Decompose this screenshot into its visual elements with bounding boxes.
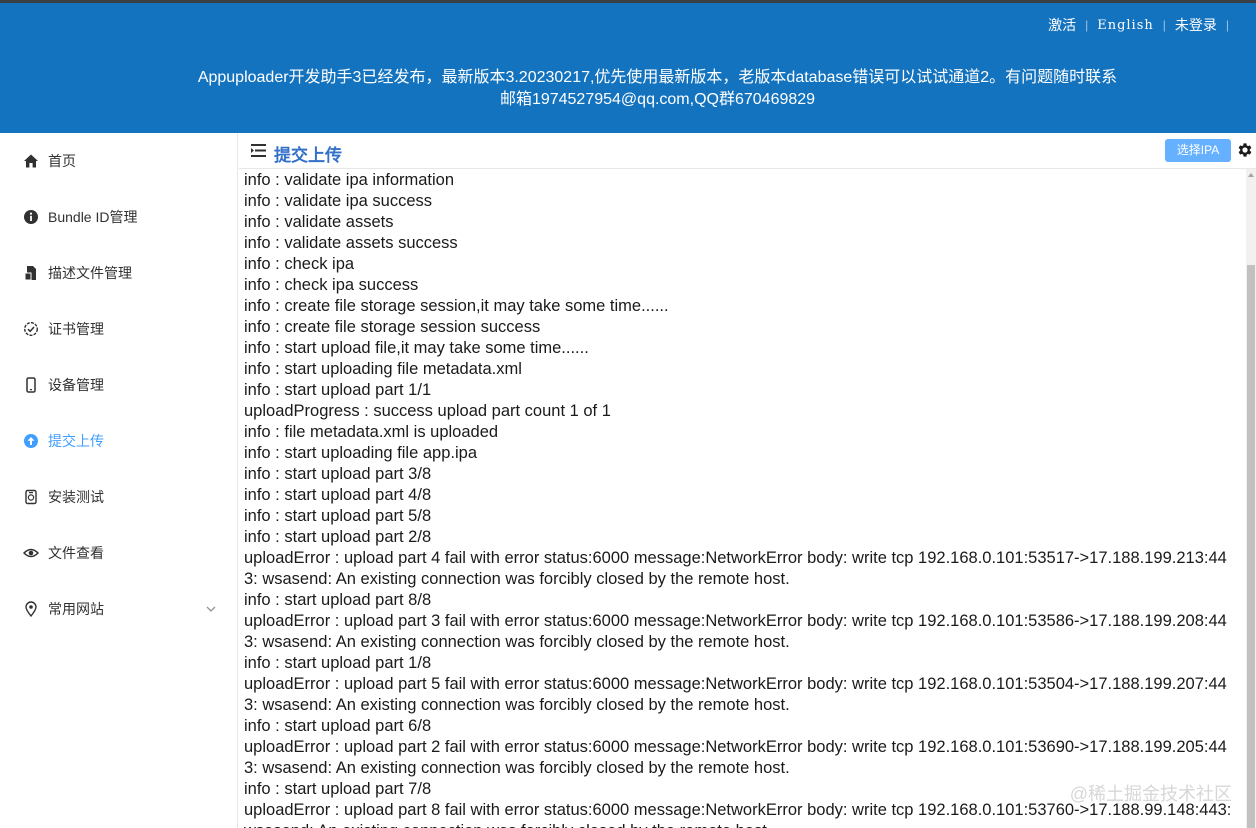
upload-log: info : validate ipa information info : va… <box>244 170 1234 828</box>
activate-link[interactable]: 激活 <box>1048 15 1076 35</box>
log-line: info : validate assets <box>244 213 394 231</box>
log-line: info : start upload part 4/8 <box>244 486 432 504</box>
log-line: uploadProgress : success upload part cou… <box>244 402 611 420</box>
log-line: info : create file storage session,it ma… <box>244 297 669 315</box>
log-line: uploadError : upload part 5 fail with er… <box>244 675 1227 714</box>
main-panel: 提交上传 选择IPA info : validate ipa informati… <box>239 133 1256 828</box>
log-line: uploadError : upload part 4 fail with er… <box>244 549 1227 588</box>
info-circle-icon <box>24 210 38 224</box>
top-header: 激活 | English | 未登录 | Appuploader开发助手3已经发… <box>0 0 1256 133</box>
language-link[interactable]: English <box>1097 18 1154 33</box>
top-nav: 激活 | English | 未登录 | <box>1048 15 1238 35</box>
log-line: info : create file storage session succe… <box>244 318 541 336</box>
sidebar-item-label: 文件查看 <box>48 545 104 561</box>
sidebar-item-certificates[interactable]: 证书管理 <box>0 301 238 357</box>
sidebar-item-install-test[interactable]: 安装测试 <box>0 469 238 525</box>
log-line: info : start upload part 1/8 <box>244 654 432 672</box>
location-icon <box>25 601 37 617</box>
log-line: info : check ipa success <box>244 276 419 294</box>
file-icon <box>24 266 36 281</box>
log-line: uploadError : upload part 3 fail with er… <box>244 612 1227 651</box>
sidebar-item-label: 设备管理 <box>48 377 104 393</box>
scroll-up-arrow-icon[interactable] <box>1248 173 1254 177</box>
announcement-contact: 邮箱1974527954@qq.com,QQ群670469829 <box>499 91 816 108</box>
log-line: info : start uploading file app.ipa <box>244 444 477 462</box>
certificate-check-icon <box>23 321 39 337</box>
home-icon <box>24 154 38 168</box>
log-line: info : validate ipa information <box>244 171 455 189</box>
chevron-down-icon[interactable] <box>206 604 216 614</box>
log-line: info : file metadata.xml is uploaded <box>244 423 499 441</box>
nav-separator: | <box>1225 18 1229 32</box>
sidebar-item-bundle-id[interactable]: Bundle ID管理 <box>0 189 238 245</box>
log-line: info : start uploading file metadata.xml <box>244 360 522 378</box>
eye-icon <box>23 548 39 558</box>
sidebar-item-upload[interactable]: 提交上传 <box>0 413 238 469</box>
log-line: info : start upload file,it may take som… <box>244 339 589 357</box>
sidebar-item-label: 首页 <box>48 153 76 169</box>
sidebar-item-label: Bundle ID管理 <box>48 209 138 225</box>
log-line: info : start upload part 1/1 <box>244 381 432 399</box>
scroll-thumb[interactable] <box>1247 265 1255 828</box>
log-line: info : start upload part 2/8 <box>244 528 432 546</box>
log-line: info : check ipa <box>244 255 355 273</box>
phone-icon <box>26 377 36 393</box>
log-line: info : validate ipa success <box>244 192 433 210</box>
sidebar-item-devices[interactable]: 设备管理 <box>0 357 238 413</box>
log-line: uploadError : upload part 2 fail with er… <box>244 738 1227 777</box>
log-line: info : start upload part 6/8 <box>244 717 432 735</box>
menu-fold-icon[interactable] <box>251 144 266 157</box>
nav-separator: | <box>1162 18 1166 32</box>
sidebar-item-home[interactable]: 首页 <box>0 133 238 189</box>
sidebar-item-label: 描述文件管理 <box>48 265 132 281</box>
sidebar-item-websites[interactable]: 常用网站 <box>0 581 238 637</box>
sidebar-item-label: 证书管理 <box>48 321 104 337</box>
install-icon <box>25 489 37 505</box>
log-line: info : start upload part 3/8 <box>244 465 432 483</box>
sidebar-item-label: 提交上传 <box>48 433 104 449</box>
announcement: Appuploader开发助手3已经发布，最新版本3.20230217,优先使用… <box>0 67 1256 111</box>
log-line: info : start upload part 5/8 <box>244 507 432 525</box>
nav-separator: | <box>1085 18 1089 32</box>
select-ipa-button[interactable]: 选择IPA <box>1165 139 1231 162</box>
log-line: info : validate assets success <box>244 234 458 252</box>
log-scrollbar[interactable] <box>1246 169 1256 828</box>
gear-icon[interactable] <box>1236 141 1254 159</box>
sidebar-item-label: 常用网站 <box>48 601 104 617</box>
login-status-link[interactable]: 未登录 <box>1175 15 1217 35</box>
sidebar-item-profiles[interactable]: 描述文件管理 <box>0 245 238 301</box>
upload-circle-icon <box>24 434 38 448</box>
announcement-line: Appuploader开发助手3已经发布，最新版本3.20230217,优先使用… <box>197 69 1118 86</box>
log-line: info : start upload part 8/8 <box>244 591 432 609</box>
sidebar-item-label: 安装测试 <box>48 489 104 505</box>
watermark: @稀土掘金技术社区 <box>1069 784 1232 804</box>
page-title: 提交上传 <box>274 146 342 165</box>
sidebar-item-file-viewer[interactable]: 文件查看 <box>0 525 238 581</box>
panel-header: 提交上传 选择IPA <box>239 133 1256 169</box>
sidebar: 首页 Bundle ID管理 描述文件管理 证书管理 设备管理 提交上传 安装测… <box>0 133 238 828</box>
